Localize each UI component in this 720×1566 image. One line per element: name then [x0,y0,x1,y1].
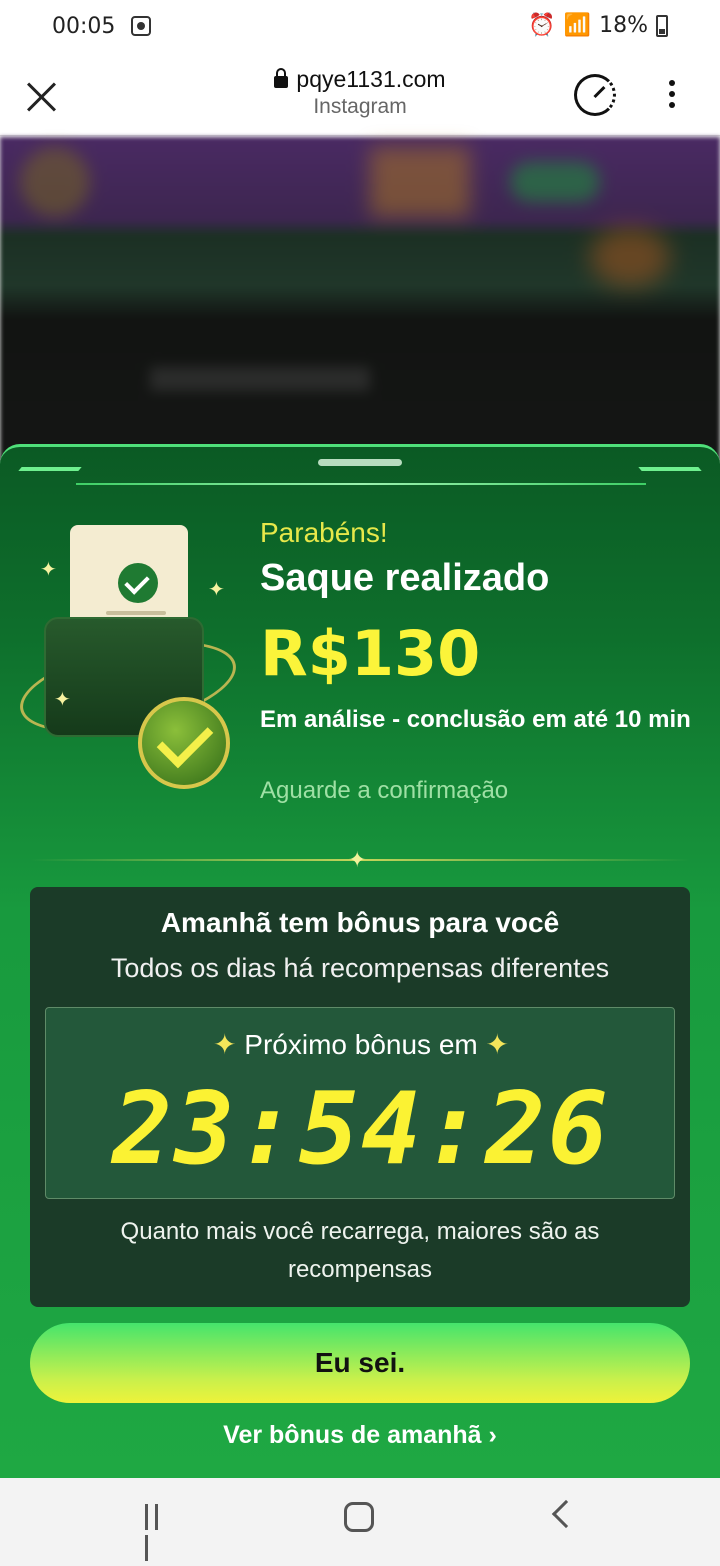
tomorrow-bonus-link[interactable]: Ver bônus de amanhã › [0,1421,720,1450]
sparkle-icon: ✦ [213,1029,237,1060]
alarm-icon: ⏰ [528,13,556,38]
review-status: Em análise - conclusão em até 10 min [260,706,691,733]
checkmark-badge-icon [138,697,230,789]
timer-icon[interactable] [574,74,616,116]
lock-icon [274,67,289,88]
sparkle-icon: ✦ [40,559,57,581]
status-bar: 00:05 ⏰ 📶 18% [0,0,720,56]
bonus-subtitle: Todos os dias há recompensas diferentes [110,953,610,983]
bonus-panel: Amanhã tem bônus para você Todos os dias… [30,887,690,1307]
android-nav-bar [0,1478,720,1561]
frame-corner-right [638,467,702,471]
browser-toolbar: pqye1131.com Instagram [0,56,720,136]
back-icon[interactable] [551,1499,581,1529]
more-options-icon[interactable] [668,80,676,112]
check-icon [118,563,158,603]
url-text: pqye1131.com [296,66,446,92]
recharge-note: Quanto mais você recarrega, maiores são … [120,1218,600,1283]
recent-apps-icon[interactable] [145,1504,173,1561]
countdown-box: ✦ Próximo bônus em ✦ 23:54:26 [45,1007,675,1199]
battery-text: 18% [599,13,648,38]
status-time: 00:05 [52,14,116,39]
sparkle-icon: ✦ [208,579,225,601]
blurred-background [0,137,720,467]
frame-line [76,483,646,485]
frame-corner-left [18,467,82,471]
ok-button[interactable]: Eu sei. [30,1323,690,1403]
modal-title: Saque realizado [260,557,550,599]
sparkle-icon: ✦ [348,847,367,872]
battery-icon [656,14,668,37]
sparkle-icon: ✦ [485,1029,509,1060]
screen-record-icon [131,16,151,36]
bonus-title: Amanhã tem bônus para você [160,907,560,938]
withdrawal-modal: ✦ ✦ ✦ Parabéns! Saque realizado R$130 Em… [0,444,720,1478]
home-icon[interactable] [344,1502,374,1532]
countdown-timer: 23:54:26 [112,1070,610,1187]
withdrawal-amount: R$130 [260,617,481,690]
sheet-grabber[interactable] [318,459,402,466]
next-bonus-label: ✦ Próximo bônus em ✦ [213,1029,509,1060]
receipt-illustration: ✦ ✦ ✦ [12,517,248,789]
status-right: ⏰ 📶 18% [528,13,668,38]
congrats-label: Parabéns! [260,517,388,548]
sparkle-icon: ✦ [54,689,71,711]
wifi-icon: 📶 [563,13,592,38]
wait-confirmation: Aguarde a confirmação [260,777,509,804]
